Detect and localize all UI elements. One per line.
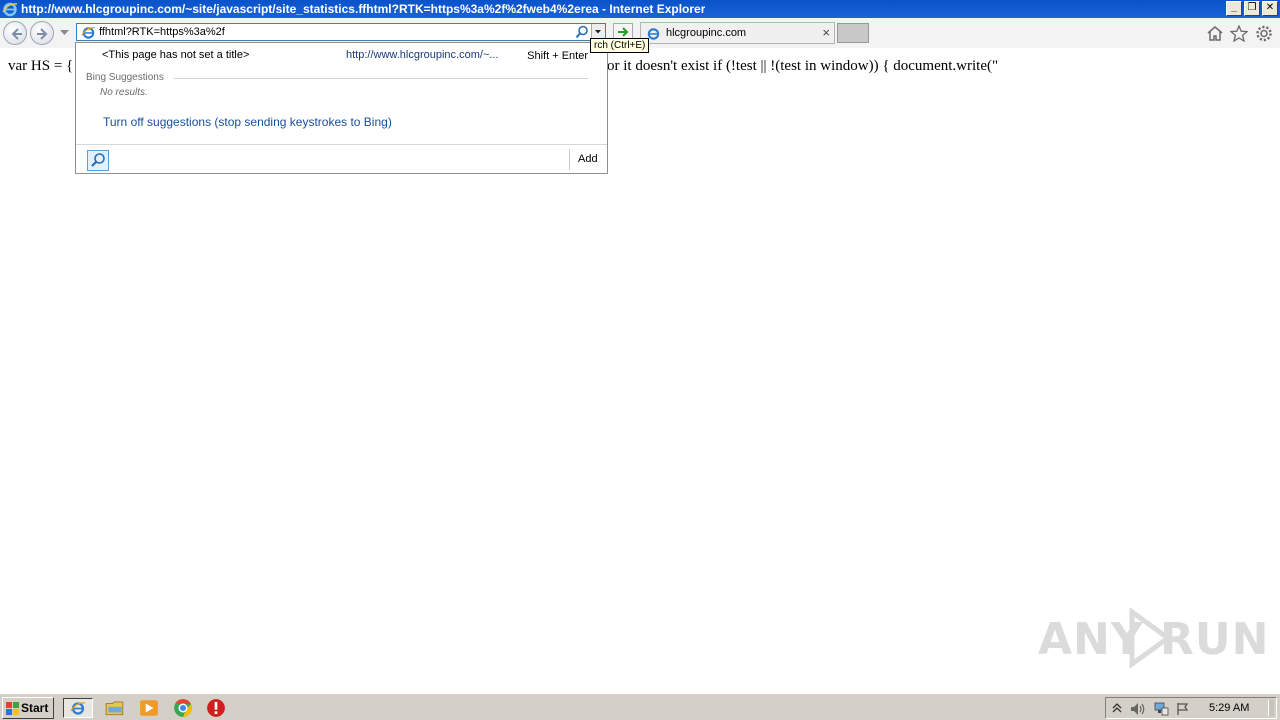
tools-gear-icon[interactable] — [1255, 25, 1273, 42]
back-button[interactable] — [3, 21, 27, 45]
tab-hlcgroupinc[interactable]: hlcgroupinc.com × — [640, 22, 835, 44]
start-button[interactable]: Start — [2, 697, 54, 719]
tab-label: hlcgroupinc.com — [666, 27, 747, 39]
forward-icon — [37, 28, 48, 40]
minimize-button[interactable]: _ — [1226, 1, 1242, 16]
section-divider — [174, 78, 588, 79]
back-icon — [11, 28, 22, 40]
search-provider-footer: Add — [76, 144, 607, 173]
page-text-left: var HS = { — [8, 58, 74, 74]
windows-flag-icon — [6, 702, 19, 715]
add-search-provider-button[interactable]: Add — [578, 153, 598, 165]
address-bar[interactable] — [76, 23, 606, 41]
address-input[interactable] — [99, 25, 569, 39]
stop-icon[interactable] — [205, 698, 227, 718]
internet-explorer-icon — [70, 702, 86, 715]
ie-logo-icon — [2, 2, 18, 17]
start-label: Start — [21, 701, 49, 715]
system-tray: 5:29 AM — [1105, 697, 1277, 719]
suggestion-shortcut: Shift + Enter — [527, 50, 588, 62]
suggestion-title: <This page has not set a title> — [102, 49, 250, 61]
taskbar: Start 5:29 AM — [0, 693, 1280, 720]
tab-close-icon[interactable]: × — [822, 25, 830, 40]
page-text-right: or it doesn't exist if (!test || !(test … — [607, 58, 999, 74]
volume-icon[interactable] — [1130, 702, 1146, 716]
ie-page-icon — [81, 27, 96, 39]
restore-button[interactable]: ❐ — [1244, 1, 1260, 16]
home-icon[interactable] — [1206, 25, 1224, 42]
turn-off-suggestions-link[interactable]: Turn off suggestions (stop sending keyst… — [103, 115, 392, 129]
chrome-icon[interactable] — [172, 698, 194, 718]
media-player-icon[interactable] — [138, 698, 160, 718]
taskbar-internet-explorer[interactable] — [63, 698, 93, 718]
footer-divider — [569, 149, 570, 170]
close-button[interactable]: ✕ — [1262, 1, 1278, 16]
show-hidden-icons-chevron-icon[interactable] — [1112, 702, 1122, 714]
anyrun-watermark: ANY RUN — [1038, 606, 1268, 672]
no-results-text: No results. — [100, 87, 148, 98]
show-desktop-button[interactable] — [1268, 700, 1274, 716]
window-titlebar: http://www.hlcgroupinc.com/~site/javascr… — [0, 0, 1280, 18]
search-icon — [91, 153, 105, 167]
watermark-text-run: RUN — [1160, 614, 1270, 665]
favorites-star-icon[interactable] — [1230, 25, 1248, 42]
file-explorer-icon[interactable] — [104, 698, 126, 718]
chevron-down-icon — [595, 30, 601, 34]
action-center-flag-icon[interactable] — [1176, 702, 1190, 716]
suggestion-url: http://www.hlcgroupinc.com/~... — [346, 49, 499, 61]
search-provider-button[interactable] — [87, 150, 109, 171]
search-tooltip: rch (Ctrl+E) — [590, 38, 650, 53]
bing-suggestions-header: Bing Suggestions — [86, 72, 164, 83]
clock[interactable]: 5:29 AM — [1209, 702, 1249, 714]
address-suggestions-dropdown: <This page has not set a title> http://w… — [75, 42, 608, 174]
window-title: http://www.hlcgroupinc.com/~site/javascr… — [21, 2, 706, 16]
forward-button[interactable] — [30, 21, 54, 45]
recent-pages-chevron-icon[interactable] — [60, 30, 69, 36]
search-icon[interactable] — [575, 25, 589, 39]
new-tab-button[interactable] — [837, 23, 869, 43]
network-icon[interactable] — [1153, 702, 1169, 716]
